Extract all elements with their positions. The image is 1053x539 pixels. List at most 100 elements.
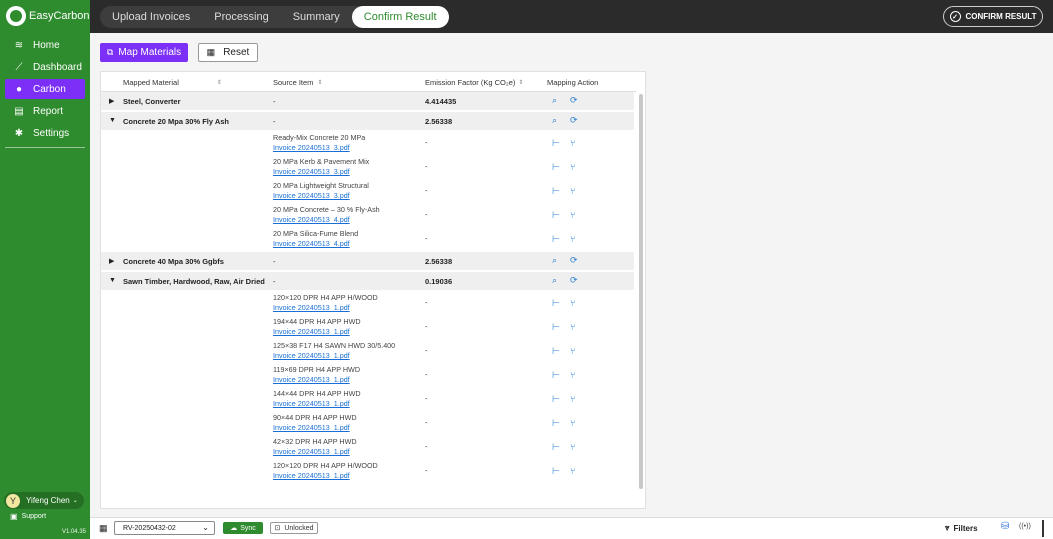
emission-factor: - (425, 186, 428, 195)
invoice-link[interactable]: Invoice 20240513_1.pdf (273, 471, 350, 480)
sidebar-item-dashboard[interactable]: ⟋ Dashboard (5, 57, 85, 77)
table-row-group[interactable]: ▶ Steel, Converter - 4.414435 ⌕ ⟳ (101, 92, 634, 110)
column-header-mapped-material[interactable]: Mapped Material ⇕ (123, 78, 222, 87)
branch-icon[interactable]: ⑂ (570, 186, 575, 196)
sidebar-item-home[interactable]: ≋ Home (5, 35, 85, 55)
confirm-result-button[interactable]: ✓ CONFIRM RESULT (943, 6, 1043, 27)
map-materials-button[interactable]: ⧉ Map Materials (100, 43, 188, 62)
invoice-link[interactable]: Invoice 20240513_1.pdf (273, 303, 350, 312)
link-material-icon[interactable]: ⊢ (552, 466, 560, 477)
filters-button[interactable]: ⩔ Filters (945, 523, 978, 533)
reset-label: Reset (223, 47, 250, 58)
refresh-icon[interactable]: ⟳ (570, 275, 578, 286)
sidebar-item-settings[interactable]: ✱ Settings (5, 123, 85, 143)
emission-factor: - (425, 466, 428, 475)
source-item: - (273, 97, 276, 106)
sidebar-item-carbon[interactable]: ● Carbon (5, 79, 85, 99)
sort-icon[interactable]: ⇕ (518, 79, 523, 86)
mapping-table: Mapped Material ⇕ Source Item ⇕ Emission… (100, 71, 646, 509)
search-icon[interactable]: ⌕ (552, 255, 557, 266)
branch-icon[interactable]: ⑂ (570, 442, 575, 452)
caret-right-icon[interactable]: ▶ (109, 97, 114, 105)
invoice-link[interactable]: Invoice 20240513_1.pdf (273, 375, 350, 384)
confirm-result-label: CONFIRM RESULT (965, 12, 1037, 21)
link-material-icon[interactable]: ⊢ (552, 346, 560, 357)
branch-icon[interactable]: ⑂ (570, 234, 575, 244)
invoice-link[interactable]: Invoice 20240513_3.pdf (273, 191, 350, 200)
search-icon[interactable]: ⌕ (552, 275, 557, 286)
link-material-icon[interactable]: ⊢ (552, 138, 560, 149)
lock-toggle[interactable]: ⊡ Unlocked (270, 522, 318, 534)
tab-summary[interactable]: Summary (281, 6, 352, 28)
column-label: Mapped Material (123, 78, 179, 87)
invoice-link[interactable]: Invoice 20240513_1.pdf (273, 423, 350, 432)
table-row: 20 MPa Lightweight Structural Invoice 202… (101, 181, 634, 205)
sort-icon[interactable]: ⇕ (317, 79, 322, 86)
sidebar-item-label: Report (33, 105, 64, 117)
invoice-link[interactable]: Invoice 20240513_4.pdf (273, 239, 350, 248)
link-material-icon[interactable]: ⊢ (552, 322, 560, 333)
step-tabs: Upload Invoices Processing Summary Confi… (100, 6, 449, 28)
link-material-icon[interactable]: ⊢ (552, 162, 560, 173)
refresh-icon[interactable]: ⟳ (570, 255, 578, 266)
user-menu[interactable]: Y Yifeng Chen ⌄ (4, 492, 84, 509)
table-row-group[interactable]: ▶ Concrete 40 Mpa 30% Ggbfs - 2.56338 ⌕ ⟳ (101, 252, 634, 270)
tab-processing[interactable]: Processing (202, 6, 280, 28)
revision-select[interactable]: RV-20250432-02 ⌄ (114, 521, 215, 535)
branch-icon[interactable]: ⑂ (570, 162, 575, 172)
broadcast-icon[interactable]: ((•)) (1019, 523, 1031, 530)
link-material-icon[interactable]: ⊢ (552, 418, 560, 429)
caret-down-icon[interactable]: ▼ (109, 277, 116, 284)
source-item-name: 20 MPa Concrete – 30 % Fly-Ash (273, 205, 380, 214)
branch-icon[interactable]: ⑂ (570, 322, 575, 332)
table-row-group[interactable]: ▼ Sawn Timber, Hardwood, Raw, Air Dried - 0… (101, 272, 634, 290)
table-row-group[interactable]: ▼ Concrete 20 Mpa 30% Fly Ash - 2.56338 ⌕ ⟳ (101, 112, 634, 130)
link-material-icon[interactable]: ⊢ (552, 186, 560, 197)
sort-icon[interactable]: ⇕ (217, 79, 222, 86)
scrollbar[interactable] (639, 94, 643, 489)
gear-icon: ✱ (14, 127, 24, 139)
emission-factor: - (425, 442, 428, 451)
invoice-link[interactable]: Invoice 20240513_1.pdf (273, 399, 350, 408)
branch-icon[interactable]: ⑂ (570, 466, 575, 476)
refresh-icon[interactable]: ⟳ (570, 115, 578, 126)
caret-right-icon[interactable]: ▶ (109, 257, 114, 265)
source-item-name: 20 MPa Kerb & Pavement Mix (273, 157, 370, 166)
invoice-link[interactable]: Invoice 20240513_1.pdf (273, 447, 350, 456)
link-material-icon[interactable]: ⊢ (552, 234, 560, 245)
sidebar-item-report[interactable]: ▤ Report (5, 101, 85, 121)
column-header-emission-factor[interactable]: Emission Factor (Kg CO₂e) ⇕ (425, 78, 523, 87)
tab-upload-invoices[interactable]: Upload Invoices (100, 6, 202, 28)
branch-icon[interactable]: ⑂ (570, 418, 575, 428)
branch-icon[interactable]: ⑂ (570, 298, 575, 308)
link-material-icon[interactable]: ⊢ (552, 370, 560, 381)
search-icon[interactable]: ⌕ (552, 115, 557, 126)
branch-icon[interactable]: ⑂ (570, 346, 575, 356)
column-header-source-item[interactable]: Source Item ⇕ (273, 78, 322, 87)
link-material-icon[interactable]: ⊢ (552, 442, 560, 453)
invoice-link[interactable]: Invoice 20240513_4.pdf (273, 215, 350, 224)
invoice-link[interactable]: Invoice 20240513_1.pdf (273, 351, 350, 360)
link-material-icon[interactable]: ⊢ (552, 298, 560, 309)
app-name: EasyCarbon (29, 10, 90, 22)
caret-down-icon[interactable]: ▼ (109, 117, 116, 124)
invoice-link[interactable]: Invoice 20240513_3.pdf (273, 143, 350, 152)
tab-confirm-result[interactable]: Confirm Result (351, 6, 449, 28)
branch-icon[interactable]: ⑂ (570, 370, 575, 380)
database-icon[interactable]: ⛁ (1001, 521, 1009, 532)
invoice-link[interactable]: Invoice 20240513_1.pdf (273, 327, 350, 336)
sync-button[interactable]: ☁ Sync (223, 522, 263, 534)
search-icon[interactable]: ⌕ (552, 95, 557, 106)
branch-icon[interactable]: ⑂ (570, 138, 575, 148)
table-row: 20 MPa Silica-Fume Blend Invoice 20240513… (101, 229, 634, 253)
source-item-name: 20 MPa Lightweight Structural (273, 181, 369, 190)
emission-factor: - (425, 394, 428, 403)
branch-icon[interactable]: ⑂ (570, 210, 575, 220)
refresh-icon[interactable]: ⟳ (570, 95, 578, 106)
link-material-icon[interactable]: ⊢ (552, 394, 560, 405)
invoice-link[interactable]: Invoice 20240513_3.pdf (273, 167, 350, 176)
reset-button[interactable]: ▦ Reset (198, 43, 258, 62)
branch-icon[interactable]: ⑂ (570, 394, 575, 404)
support-link[interactable]: ▣ Support (10, 512, 46, 521)
link-material-icon[interactable]: ⊢ (552, 210, 560, 221)
